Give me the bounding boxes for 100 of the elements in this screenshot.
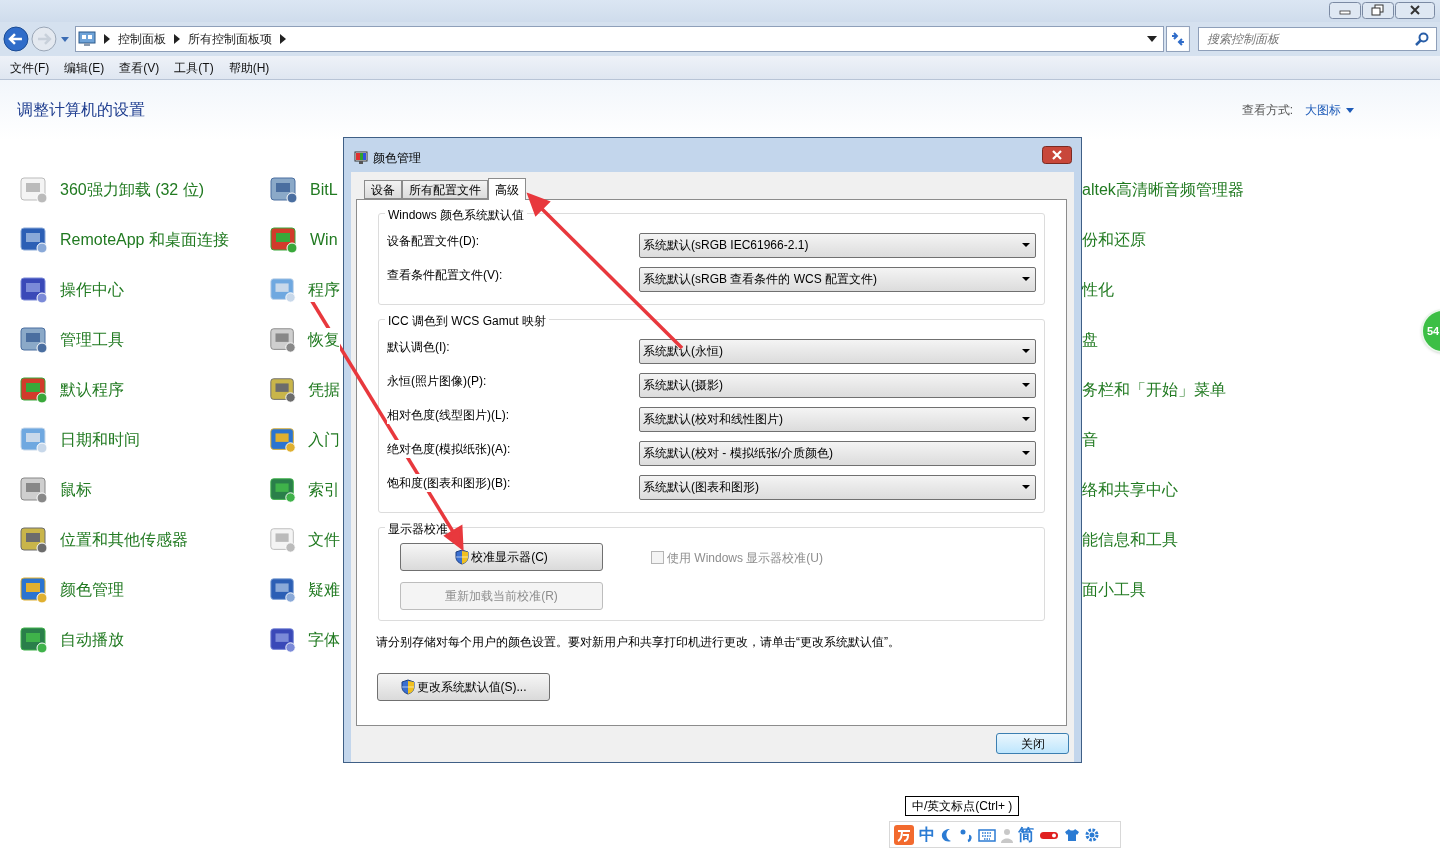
monitor-icon [354, 151, 368, 165]
menu-item[interactable]: 查看(V) [119, 58, 160, 77]
applet-link[interactable]: 默认程序 [60, 378, 124, 402]
keyboard-icon[interactable] [978, 827, 996, 842]
view-mode-link[interactable]: 大图标 [1305, 101, 1354, 119]
refresh-button[interactable] [1165, 26, 1190, 52]
applet-icon [18, 324, 50, 356]
close-dialog-button[interactable]: 关闭 [996, 733, 1069, 754]
field-label: 默认调色(I): [387, 338, 450, 356]
menu-item[interactable]: 编辑(E) [64, 58, 105, 77]
applet-icon [18, 274, 50, 306]
control-panel-icon [77, 31, 96, 47]
field-label: 设备配置文件(D): [387, 232, 479, 250]
applet-link[interactable]: 恢复 [308, 328, 340, 352]
shield-icon [455, 549, 470, 565]
applet-link[interactable]: 能信息和工具 [1082, 528, 1178, 552]
applet-link[interactable]: RemoteApp 和桌面连接 [60, 228, 229, 252]
applet-icon [18, 224, 50, 256]
applet-link[interactable]: 络和共享中心 [1082, 478, 1178, 502]
applet-link[interactable]: 性化 [1082, 278, 1114, 302]
field-label: 相对色度(线型图片)(L): [387, 406, 509, 424]
calibration-button[interactable]: 校准显示器(C) [400, 543, 603, 571]
dropdown[interactable]: 系统默认(校对和线性图片) [639, 406, 1036, 432]
applet-icon [18, 574, 50, 606]
instruction-text: 请分别存储对每个用户的颜色设置。要对新用户和共享打印机进行更改，请单击“更改系统默认值”。 [376, 634, 901, 651]
view-by-label: 查看方式: [1241, 102, 1293, 119]
tab[interactable]: 高级 [488, 178, 526, 200]
close-button[interactable] [1395, 2, 1435, 19]
pill-icon[interactable] [1039, 829, 1059, 840]
field-label: 绝对色度(模拟纸张)(A): [387, 440, 511, 458]
change-defaults-button[interactable]: 更改系统默认值(S)... [377, 673, 550, 701]
applet-icon [268, 224, 300, 256]
applet-link[interactable]: 面小工具 [1082, 578, 1146, 602]
caret-icon [1022, 451, 1030, 455]
caret-icon [1022, 349, 1030, 353]
close-button[interactable] [1042, 146, 1072, 164]
tab[interactable]: 所有配置文件 [402, 180, 488, 199]
applet-link[interactable]: 鼠标 [60, 478, 92, 502]
tooltip: 中/英文标点(Ctrl+ ) [905, 796, 1020, 816]
search-field[interactable]: 搜索控制面板 [1197, 27, 1437, 51]
chevron-icon[interactable] [173, 34, 180, 44]
field-label: 饱和度(图表和图形)(B): [387, 474, 511, 492]
applet-icon [18, 624, 50, 656]
dropdown[interactable]: 系统默认(sRGB IEC61966-2.1) [639, 232, 1036, 258]
dropdown[interactable]: 系统默认(sRGB 查看条件的 WCS 配置文件) [639, 266, 1036, 292]
applet-icon [18, 174, 50, 206]
dropdown-arrow-icon[interactable] [1146, 36, 1157, 42]
settings-icon[interactable] [1085, 827, 1099, 842]
chevron-icon[interactable] [279, 34, 286, 44]
dropdown[interactable]: 系统默认(图表和图形) [639, 474, 1036, 500]
field-label: 查看条件配置文件(V): [387, 266, 503, 284]
dropdown[interactable]: 系统默认(摄影) [639, 372, 1036, 398]
breadcrumb[interactable]: 所有控制面板项 [187, 30, 272, 48]
address-field[interactable]: 控制面板 所有控制面板项 [74, 26, 1164, 52]
applet-link[interactable]: 音 [1082, 428, 1098, 452]
applet-link[interactable]: 务栏和「开始」菜单 [1082, 378, 1226, 402]
applet-icon [18, 374, 50, 406]
shirt-icon[interactable] [1064, 827, 1080, 842]
applet-link[interactable]: 360强力卸载 (32 位) [60, 178, 205, 202]
applet-link[interactable]: 份和还原 [1082, 228, 1146, 252]
applet-link[interactable]: 日期和时间 [60, 428, 140, 452]
applet-link[interactable]: 操作中心 [60, 278, 124, 302]
applet-link[interactable]: 位置和其他传感器 [60, 528, 188, 552]
page-heading: 调整计算机的设置 [17, 100, 145, 120]
caret-icon [1022, 277, 1030, 281]
applet-link[interactable]: 颜色管理 [60, 578, 124, 602]
ime-logo-icon[interactable] [894, 824, 914, 845]
menu-item[interactable]: 帮助(H) [228, 58, 270, 77]
input-mode-toggle[interactable]: 中 [919, 822, 935, 847]
applet-link[interactable]: altek高清晰音频管理器 [1082, 178, 1244, 202]
applet-icon [18, 474, 50, 506]
dialog-title: 颜色管理 [373, 150, 421, 167]
caret-icon [1022, 485, 1030, 489]
applet-link[interactable]: 程序 [308, 278, 340, 302]
group-title: ICC 调色到 WCS Gamut 映射 [385, 312, 549, 330]
caret-icon [1022, 383, 1030, 387]
back-button[interactable] [3, 26, 29, 52]
dropdown[interactable]: 系统默认(校对 - 模拟纸张/介质颜色) [639, 440, 1036, 466]
menu-item[interactable]: 文件(F) [10, 58, 50, 77]
group-title: 显示器校准 [385, 520, 451, 538]
applet-link[interactable]: 管理工具 [60, 328, 124, 352]
applet-icon [18, 524, 50, 556]
applet-icon [18, 424, 50, 456]
search-icon [1415, 32, 1429, 46]
field-label: 永恒(照片图像)(P): [387, 372, 487, 390]
chevron-icon[interactable] [103, 34, 110, 44]
script-toggle[interactable]: 简 [1018, 822, 1034, 847]
dropdown-arrow-icon [1346, 107, 1354, 113]
applet-link[interactable]: 盘 [1082, 328, 1098, 352]
shield-icon [400, 679, 415, 695]
applet-link[interactable]: 自动播放 [60, 628, 124, 652]
applet-icon [268, 174, 300, 206]
restore-button[interactable] [1362, 2, 1394, 19]
caret-icon [1022, 417, 1030, 421]
breadcrumb[interactable]: 控制面板 [117, 30, 166, 48]
menu-item[interactable]: 工具(T) [174, 58, 214, 77]
caret-icon [1022, 243, 1030, 247]
minimize-button[interactable] [1329, 2, 1361, 19]
dropdown[interactable]: 系统默认(永恒) [639, 338, 1036, 364]
tab[interactable]: 设备 [364, 180, 402, 199]
